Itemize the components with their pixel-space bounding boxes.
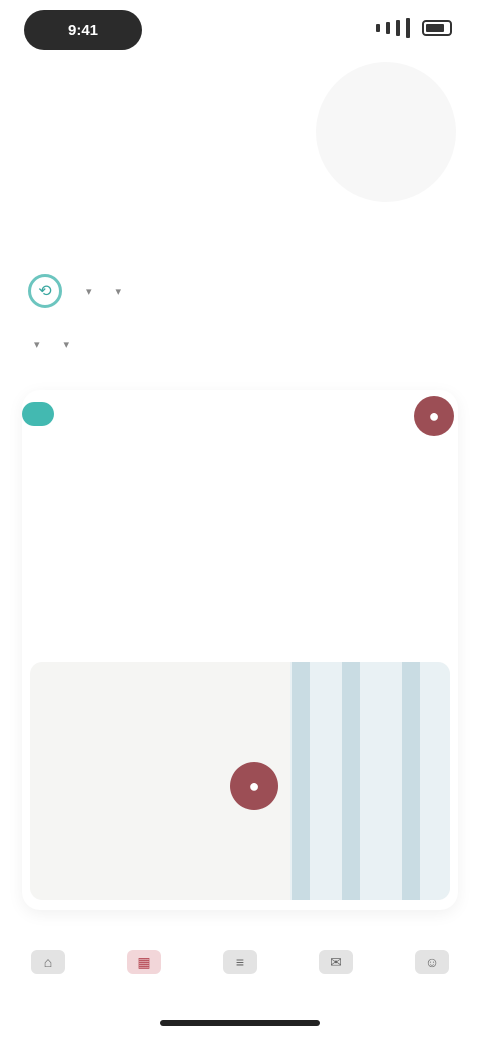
location-icon[interactable]: ● xyxy=(414,396,454,436)
chevron-down-icon: ▾ xyxy=(115,285,122,298)
chevron-down-icon: ▾ xyxy=(63,339,70,351)
tab-2[interactable]: ▦ xyxy=(109,950,179,980)
home-indicator xyxy=(160,1020,320,1026)
profile-icon: ☺ xyxy=(415,950,449,974)
chevron-down-icon: ▾ xyxy=(86,285,92,298)
status-icons xyxy=(376,18,452,38)
status-bar: 9:41 xyxy=(0,0,480,60)
info-card: ● ● xyxy=(22,390,458,910)
signal-bar xyxy=(386,22,390,34)
filter-chip-3[interactable]: ▾ xyxy=(28,338,40,351)
tab-5[interactable]: ☺ xyxy=(397,950,467,980)
filter-chip-2[interactable]: ▾ xyxy=(110,285,122,298)
home-icon: ⌂ xyxy=(31,950,65,974)
tab-3[interactable]: ≡ xyxy=(205,950,275,980)
map-road xyxy=(342,662,360,900)
signal-bar xyxy=(406,18,410,38)
map-road xyxy=(402,662,420,900)
filter-row-2: ▾ ▾ xyxy=(28,338,69,351)
map-road xyxy=(292,662,310,900)
chevron-down-icon: ▾ xyxy=(34,339,40,351)
battery-icon xyxy=(422,20,452,36)
chat-icon: ✉ xyxy=(319,950,353,974)
filter-chip-4[interactable]: ▾ xyxy=(58,338,70,351)
tab-4[interactable]: ✉ xyxy=(301,950,371,980)
calendar-icon: ▦ xyxy=(127,950,161,974)
tab-1[interactable]: ⌂ xyxy=(13,950,83,980)
time-pill: 9:41 xyxy=(24,10,142,50)
map-zone xyxy=(290,662,450,900)
status-badge xyxy=(22,402,54,426)
signal-bar xyxy=(396,20,400,36)
filter-row-1: ⟲ ▾ ▾ xyxy=(28,274,121,308)
map-view[interactable]: ● xyxy=(30,662,450,900)
filter-icon[interactable]: ⟲ xyxy=(28,274,62,308)
list-icon: ≡ xyxy=(223,950,257,974)
signal-icon xyxy=(376,24,380,32)
map-pin-icon[interactable]: ● xyxy=(230,762,278,810)
summary-circle[interactable] xyxy=(316,62,456,202)
filter-chip-1[interactable]: ▾ xyxy=(80,285,92,298)
